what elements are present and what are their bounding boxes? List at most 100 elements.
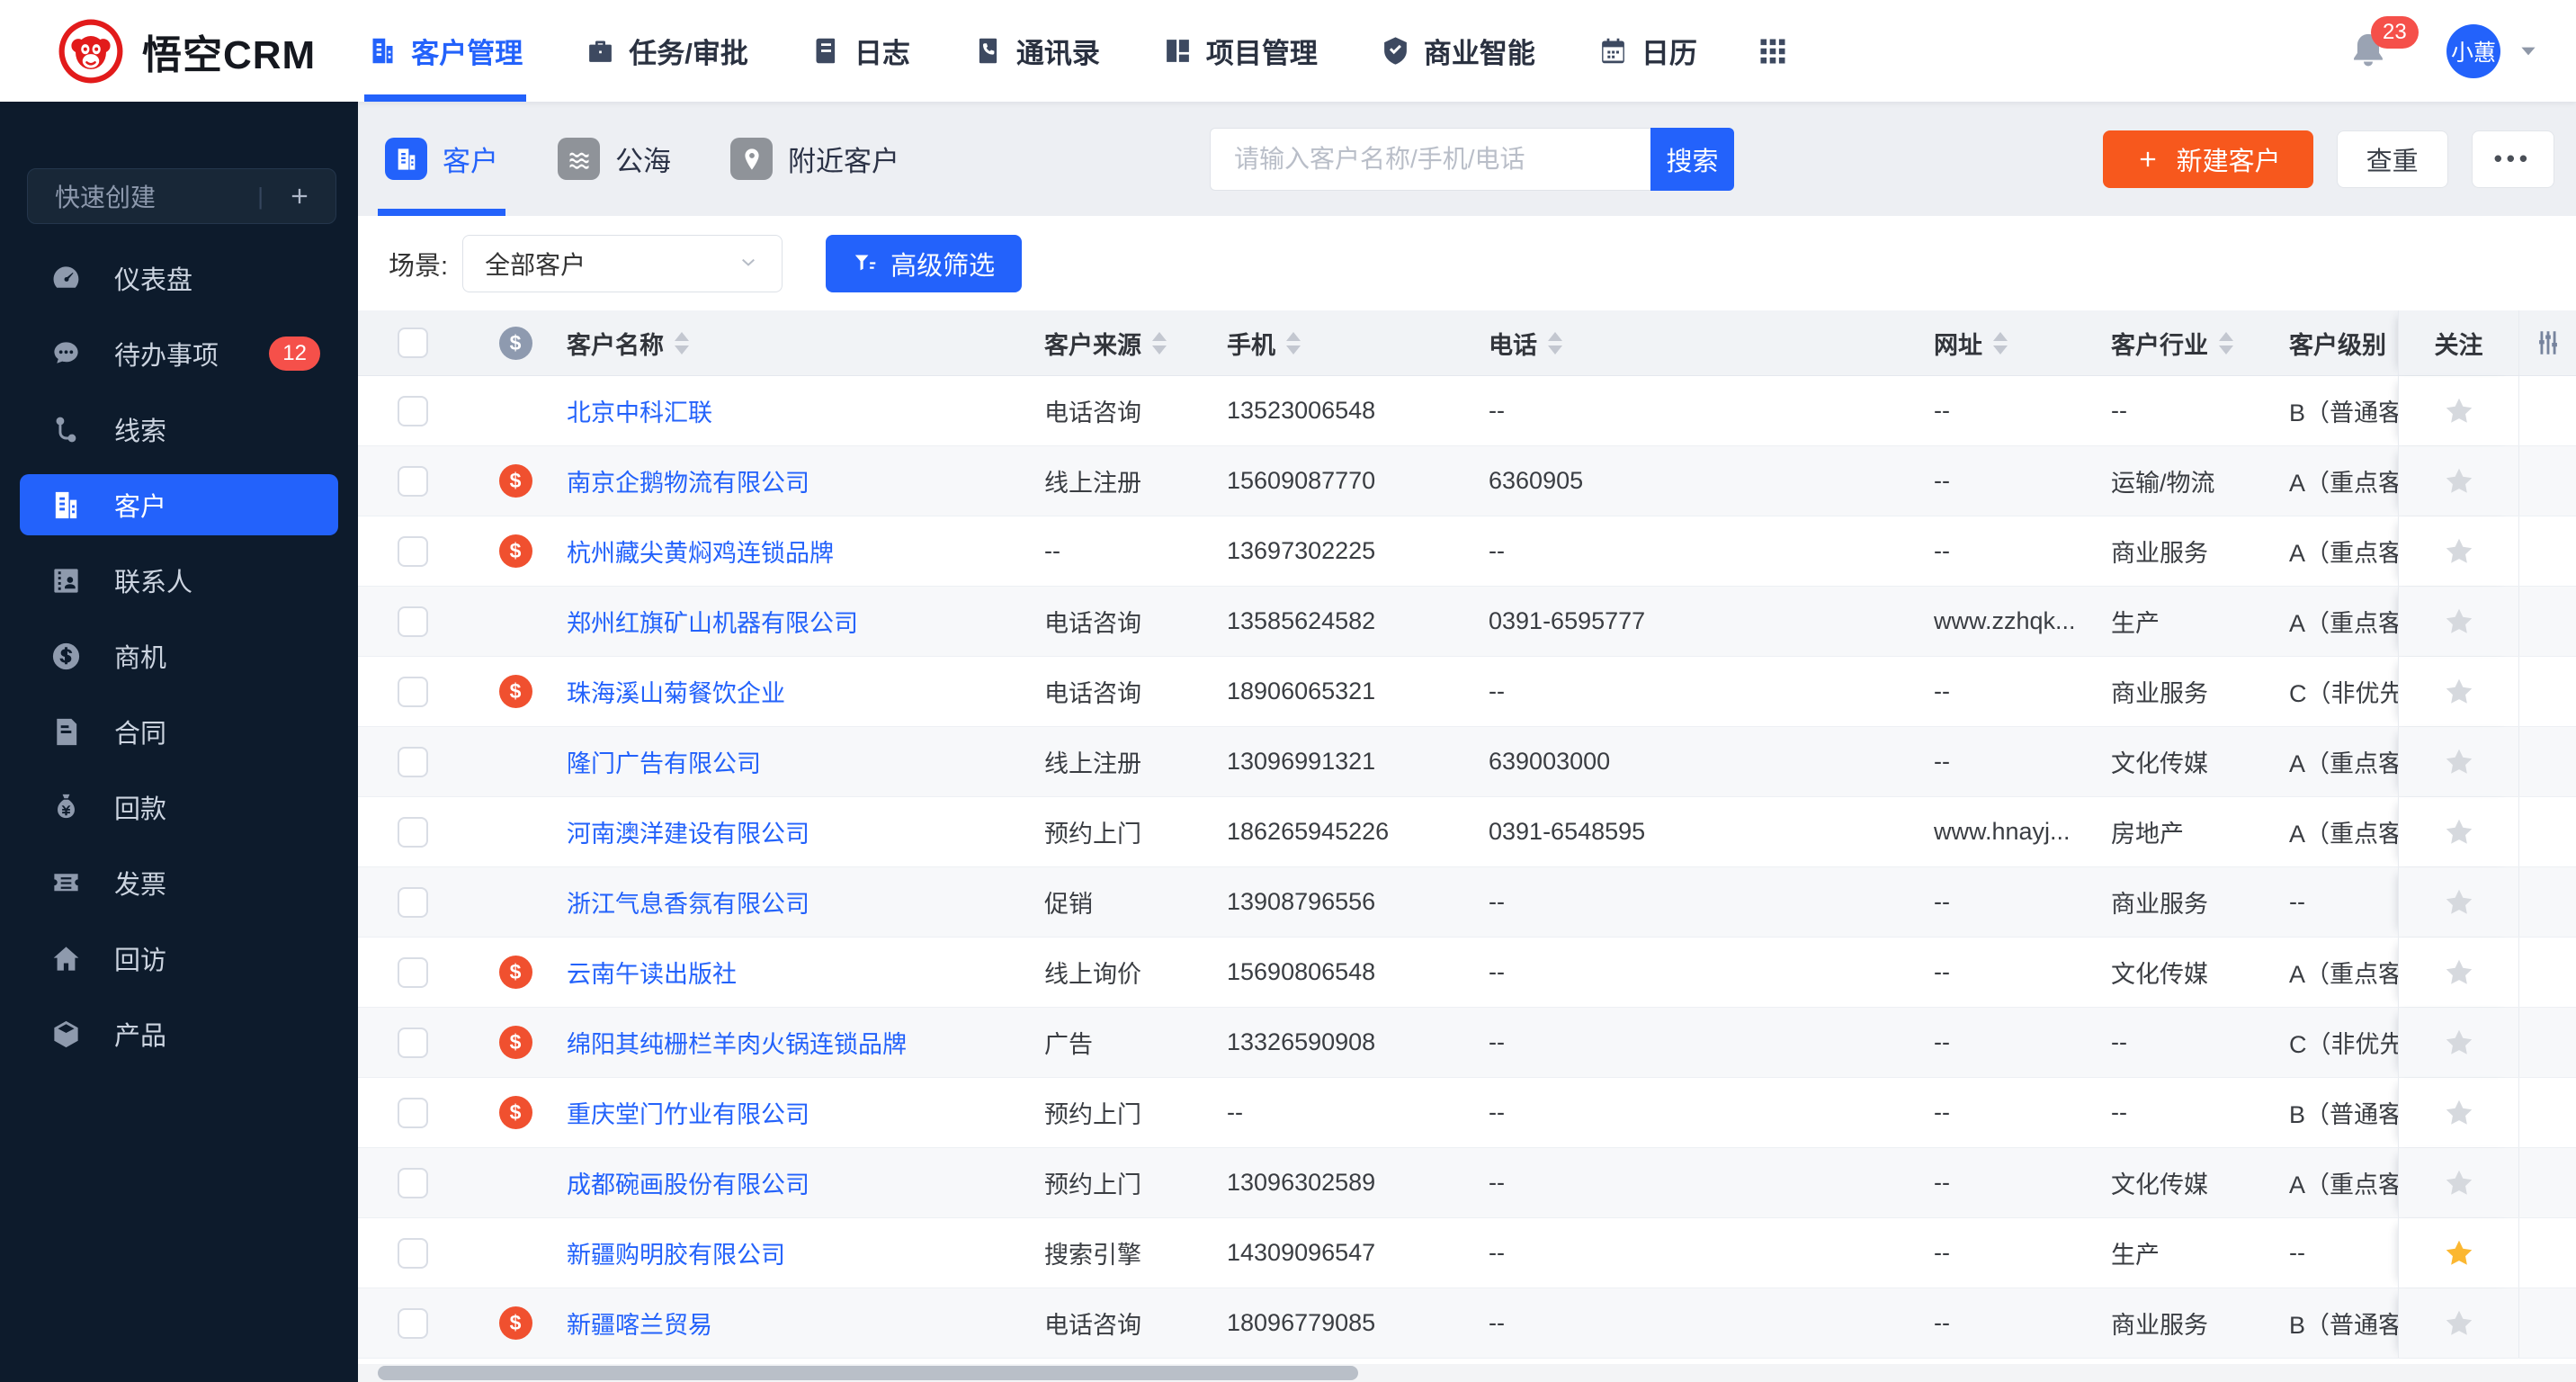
apps-grid-button[interactable] xyxy=(1757,35,1789,67)
avatar[interactable]: 小蕙 xyxy=(2446,23,2500,78)
customer-name-link[interactable]: 隆门广告有限公司 xyxy=(556,744,1030,779)
star-icon[interactable] xyxy=(2443,465,2475,498)
row-checkbox[interactable] xyxy=(398,1237,428,1269)
customer-name-link[interactable]: 杭州藏尖黄焖鸡连锁品牌 xyxy=(556,534,1030,569)
quick-create-button[interactable]: 快速创建 | xyxy=(27,168,336,224)
column-header-name[interactable]: 客户名称 xyxy=(556,310,1030,375)
customer-name-link[interactable]: 浙江气息香氛有限公司 xyxy=(556,884,1030,920)
column-header-source[interactable]: 客户来源 xyxy=(1030,310,1212,375)
customer-name-link[interactable]: 绵阳其纯栅栏羊肉火锅连锁品牌 xyxy=(556,1025,1030,1060)
dedupe-button[interactable]: 查重 xyxy=(2336,130,2448,188)
star-icon[interactable] xyxy=(2443,535,2475,568)
customer-name-link[interactable]: 重庆堂门竹业有限公司 xyxy=(556,1095,1030,1130)
star-icon[interactable] xyxy=(2443,1167,2475,1199)
customer-name-link[interactable]: 河南澳洋建设有限公司 xyxy=(556,814,1030,849)
column-header-phone[interactable]: 电话 xyxy=(1474,310,1919,375)
tab-waves[interactable]: 公海 xyxy=(558,102,671,216)
caret-down-icon[interactable] xyxy=(2517,40,2540,63)
more-button[interactable]: ••• xyxy=(2471,130,2554,188)
column-header-mobile[interactable]: 手机 xyxy=(1212,310,1474,375)
row-checkbox[interactable] xyxy=(398,746,428,777)
sidebar-item-chat[interactable]: 待办事项 12 xyxy=(20,323,338,384)
customer-name-link[interactable]: 云南午读出版社 xyxy=(556,955,1030,990)
star-icon[interactable] xyxy=(2443,956,2475,989)
sidebar-item-coin-dollar[interactable]: 商机 xyxy=(20,625,338,687)
star-icon[interactable] xyxy=(2443,886,2475,919)
notifications-button[interactable]: 23 xyxy=(2348,15,2419,72)
building-icon xyxy=(50,489,82,521)
nav-item-briefcase[interactable]: 任务/审批 xyxy=(586,0,748,102)
sidebar-item-house[interactable]: 回访 xyxy=(20,928,338,989)
customer-name-link[interactable]: 成都碗画股份有限公司 xyxy=(556,1165,1030,1200)
sidebar-item-ticket[interactable]: 发票 xyxy=(20,852,338,913)
sidebar-item-label: 待办事项 xyxy=(114,342,219,371)
row-checkbox[interactable] xyxy=(398,676,428,707)
row-checkbox[interactable] xyxy=(398,816,428,848)
star-icon[interactable] xyxy=(2443,746,2475,778)
tab-map-pin[interactable]: 附近客户 xyxy=(730,102,899,216)
customer-name-link[interactable]: 新疆喀兰贸易 xyxy=(556,1306,1030,1341)
create-customer-button[interactable]: 新建客户 xyxy=(2102,130,2313,188)
cell-phone: -- xyxy=(1489,678,1505,704)
sidebar-item-building[interactable]: 客户 xyxy=(20,474,338,535)
customer-name-link[interactable]: 南京企鹅物流有限公司 xyxy=(556,463,1030,498)
sort-carets-icon[interactable] xyxy=(1993,331,2008,354)
nav-item-phone-book[interactable]: 通讯录 xyxy=(973,0,1100,102)
customer-name-link[interactable]: 珠海溪山菊餐饮企业 xyxy=(556,674,1030,709)
nav-item-layout[interactable]: 项目管理 xyxy=(1163,0,1318,102)
row-checkbox[interactable] xyxy=(398,535,428,567)
star-icon[interactable] xyxy=(2443,1237,2475,1270)
nav-item-journal[interactable]: 日志 xyxy=(811,0,910,102)
customer-name-link[interactable]: 郑州红旗矿山机器有限公司 xyxy=(556,604,1030,639)
nav-item-building[interactable]: 客户管理 xyxy=(364,0,527,102)
nav-item-shield-check[interactable]: 商业智能 xyxy=(1381,0,1535,102)
scrollbar-thumb[interactable] xyxy=(378,1366,1358,1380)
sidebar-item-contact-card[interactable]: 联系人 xyxy=(20,550,338,611)
search-input[interactable] xyxy=(1210,127,1650,191)
sort-carets-icon[interactable] xyxy=(1152,331,1167,354)
star-icon[interactable] xyxy=(2443,1027,2475,1059)
row-checkbox[interactable] xyxy=(398,1097,428,1128)
customer-name-link[interactable]: 新疆购明胶有限公司 xyxy=(556,1235,1030,1270)
row-checkbox[interactable] xyxy=(398,1307,428,1339)
customer-name-link[interactable]: 北京中科汇联 xyxy=(556,393,1030,428)
star-icon[interactable] xyxy=(2443,1307,2475,1340)
column-settings-header[interactable] xyxy=(2518,310,2576,375)
scene-select[interactable]: 全部客户 xyxy=(462,234,783,292)
sidebar-item-cube[interactable]: 产品 xyxy=(20,1003,338,1064)
sidebar-item-doc-star[interactable]: 合同 xyxy=(20,701,338,762)
star-icon[interactable] xyxy=(2443,606,2475,638)
sort-carets-icon[interactable] xyxy=(675,331,689,354)
cell-phone: -- xyxy=(1489,1309,1505,1336)
cell-source: 线上注册 xyxy=(1044,470,1141,497)
nav-item-calendar[interactable]: 日历 xyxy=(1598,0,1697,102)
row-checkbox[interactable] xyxy=(398,886,428,918)
app-logo[interactable]: 悟空CRM xyxy=(0,18,355,85)
row-checkbox[interactable] xyxy=(398,956,428,988)
column-header-website[interactable]: 网址 xyxy=(1919,310,2097,375)
star-icon[interactable] xyxy=(2443,395,2475,427)
column-header-industry[interactable]: 客户行业 xyxy=(2097,310,2275,375)
advanced-filter-button[interactable]: 高级筛选 xyxy=(826,234,1023,292)
sidebar-item-route[interactable]: 线索 xyxy=(20,399,338,460)
star-icon[interactable] xyxy=(2443,816,2475,848)
select-all-checkbox[interactable] xyxy=(398,328,428,358)
sort-carets-icon[interactable] xyxy=(1548,331,1562,354)
row-checkbox[interactable] xyxy=(398,1027,428,1058)
star-icon[interactable] xyxy=(2443,1097,2475,1129)
star-icon[interactable] xyxy=(2443,676,2475,708)
table-row: 北京中科汇联 电话咨询 13523006548 -- -- -- B（普通客 xyxy=(358,376,2576,446)
search-button[interactable]: 搜索 xyxy=(1650,127,1734,191)
row-checkbox-cell xyxy=(378,376,475,445)
row-checkbox[interactable] xyxy=(398,465,428,497)
tab-building[interactable]: 客户 xyxy=(378,102,505,216)
row-checkbox[interactable] xyxy=(398,1167,428,1198)
row-checkbox[interactable] xyxy=(398,395,428,426)
horizontal-scrollbar[interactable] xyxy=(358,1364,2576,1382)
plus-icon[interactable] xyxy=(287,184,312,209)
sidebar-item-money-bag[interactable]: 回款 xyxy=(20,776,338,838)
sort-carets-icon[interactable] xyxy=(1286,331,1301,354)
row-checkbox[interactable] xyxy=(398,606,428,637)
sort-carets-icon[interactable] xyxy=(2219,331,2233,354)
sidebar-item-gauge[interactable]: 仪表盘 xyxy=(20,247,338,309)
